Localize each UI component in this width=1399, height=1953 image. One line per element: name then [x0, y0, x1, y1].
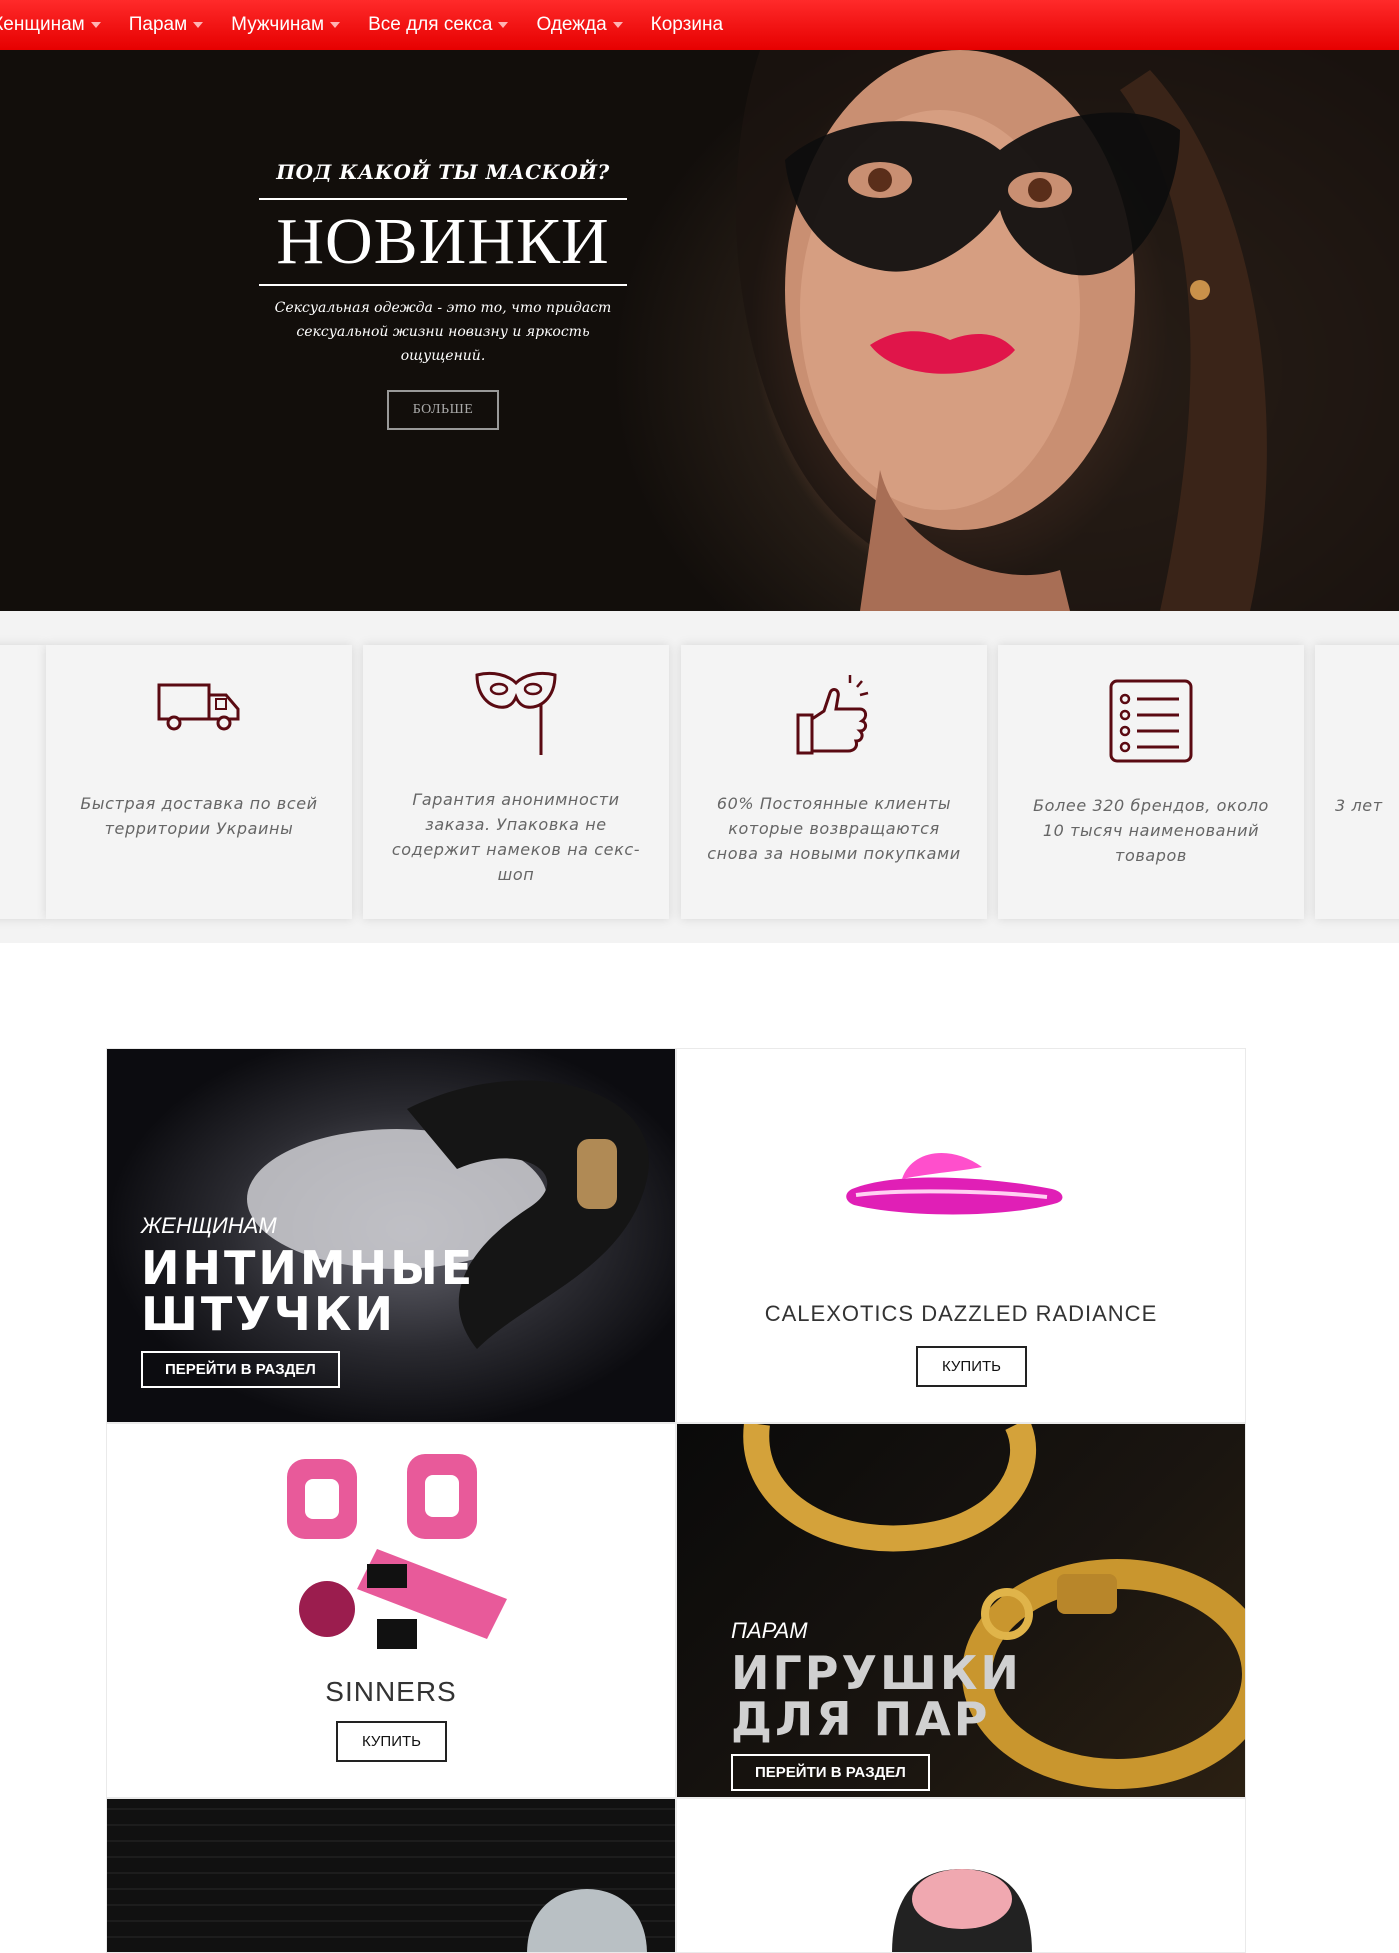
list-icon [998, 679, 1304, 769]
nav-item-couples[interactable]: Парам [128, 14, 204, 36]
more-button[interactable]: БОЛЬШЕ [386, 390, 500, 430]
nav-item-label: Парам [128, 14, 188, 35]
nav-item-label: Женщинам [0, 14, 85, 35]
category-label: ЖЕНЩИНАМ [141, 1213, 277, 1238]
feature-text: Гарантия анонимности заказа. Упаковка не… [391, 790, 641, 884]
chevron-down-icon [330, 22, 341, 28]
thumbs-up-icon [681, 671, 987, 761]
nav-item-men[interactable]: Мужчинам [231, 14, 341, 36]
feature-card-anonymity: Гарантия анонимности заказа. Упаковка не… [363, 645, 669, 919]
feature-card-clients: 60% Постоянные клиенты которые возвращаю… [681, 645, 987, 919]
hero-banner: ПОД КАКОЙ ТЫ МАСКОЙ? НОВИНКИ Сексуальная… [0, 50, 1399, 611]
top-nav: Женщинам Парам Мужчинам Все для секса Од… [0, 0, 1399, 50]
feature-card [0, 645, 46, 919]
nav-item-label: Мужчинам [231, 14, 325, 35]
product-image [287, 1454, 507, 1649]
product-name: SINNERS [325, 1676, 457, 1707]
hero-description: Сексуальная одежда - это то, что придаст… [259, 296, 627, 368]
hero-description-line: сексуальной жизни новизну и яркость ощущ… [296, 324, 590, 364]
features-strip: Быстрая доставка по всей территории Укра… [0, 611, 1399, 943]
hero-text-block: ПОД КАКОЙ ТЫ МАСКОЙ? НОВИНКИ Сексуальная… [259, 160, 627, 430]
chevron-down-icon [193, 22, 204, 28]
go-to-section-button[interactable]: ПЕРЕЙТИ В РАЗДЕЛ [141, 1351, 340, 1388]
nav-item-all[interactable]: Все для секса [368, 14, 509, 36]
feature-text: Быстрая доставка по всей территории Укра… [80, 794, 318, 838]
category-tile[interactable] [106, 1798, 676, 1953]
feature-text: 3 лет [1335, 796, 1383, 815]
buy-button[interactable]: КУПИТЬ [336, 1721, 448, 1762]
chevron-down-icon [90, 22, 101, 28]
product-tile[interactable]: SINNERS КУПИТЬ [106, 1423, 676, 1798]
product-image [527, 1889, 647, 1952]
category-title-line: ИГРУШКИ [731, 1646, 1022, 1700]
feature-card-delivery: Быстрая доставка по всей территории Укра… [46, 645, 352, 919]
chevron-down-icon [612, 22, 623, 28]
category-title-line: ИНТИМНЫЕ [141, 1241, 476, 1295]
feature-text: 60% Постоянные клиенты которые возвращаю… [707, 794, 961, 863]
hero-subtitle: ПОД КАКОЙ ТЫ МАСКОЙ? [276, 160, 610, 184]
nav-item-clothes[interactable]: Одежда [536, 14, 623, 36]
product-image [846, 1153, 1063, 1215]
nav-item-women[interactable]: Женщинам [0, 14, 101, 36]
nav-item-label: Все для секса [368, 14, 493, 35]
category-tile-women[interactable]: ЖЕНЩИНАМ ИНТИМНЫЕ ШТУЧКИ ПЕРЕЙТИ В РАЗДЕ… [106, 1048, 676, 1423]
category-grid: ЖЕНЩИНАМ ИНТИМНЫЕ ШТУЧКИ ПЕРЕЙТИ В РАЗДЕ… [106, 1048, 1246, 1953]
go-to-section-button[interactable]: ПЕРЕЙТИ В РАЗДЕЛ [731, 1754, 930, 1791]
product-image [892, 1869, 1032, 1952]
feature-card-brands: Более 320 брендов, около 10 тысяч наимен… [998, 645, 1304, 919]
nav-item-cart[interactable]: Корзина [651, 14, 723, 36]
divider [259, 284, 627, 286]
nav-item-label: Корзина [650, 14, 724, 35]
category-tile-couples[interactable]: ПАРАМ ИГРУШКИ ДЛЯ ПАР ПЕРЕЙТИ В РАЗДЕЛ [676, 1423, 1246, 1798]
truck-icon [46, 675, 352, 765]
feature-text: Более 320 брендов, около 10 тысяч наимен… [1033, 796, 1269, 865]
nav-item-label: Одежда [536, 14, 607, 35]
category-title: ИГРУШКИ ДЛЯ ПАР [731, 1650, 1022, 1742]
feature-card-years: 3 лет [1315, 645, 1399, 919]
hero-title: НОВИНКИ [276, 205, 610, 278]
buy-button[interactable]: КУПИТЬ [916, 1346, 1028, 1387]
category-label: ПАРАМ [731, 1618, 808, 1643]
category-title-line: ШТУЧКИ [141, 1287, 396, 1341]
product-name: CALEXOTICS DAZZLED RADIANCE [764, 1301, 1158, 1326]
category-title-line: ДЛЯ ПАР [731, 1692, 991, 1746]
mask-icon [363, 669, 669, 759]
category-title: ИНТИМНЫЕ ШТУЧКИ [141, 1245, 475, 1337]
hero-description-line: Сексуальная одежда - это то, что придаст [274, 300, 612, 316]
hero-woman-mask-image [736, 50, 1399, 611]
product-tile[interactable] [676, 1798, 1246, 1953]
chevron-down-icon [498, 22, 509, 28]
product-tile[interactable]: CALEXOTICS DAZZLED RADIANCE КУПИТЬ [676, 1048, 1246, 1423]
